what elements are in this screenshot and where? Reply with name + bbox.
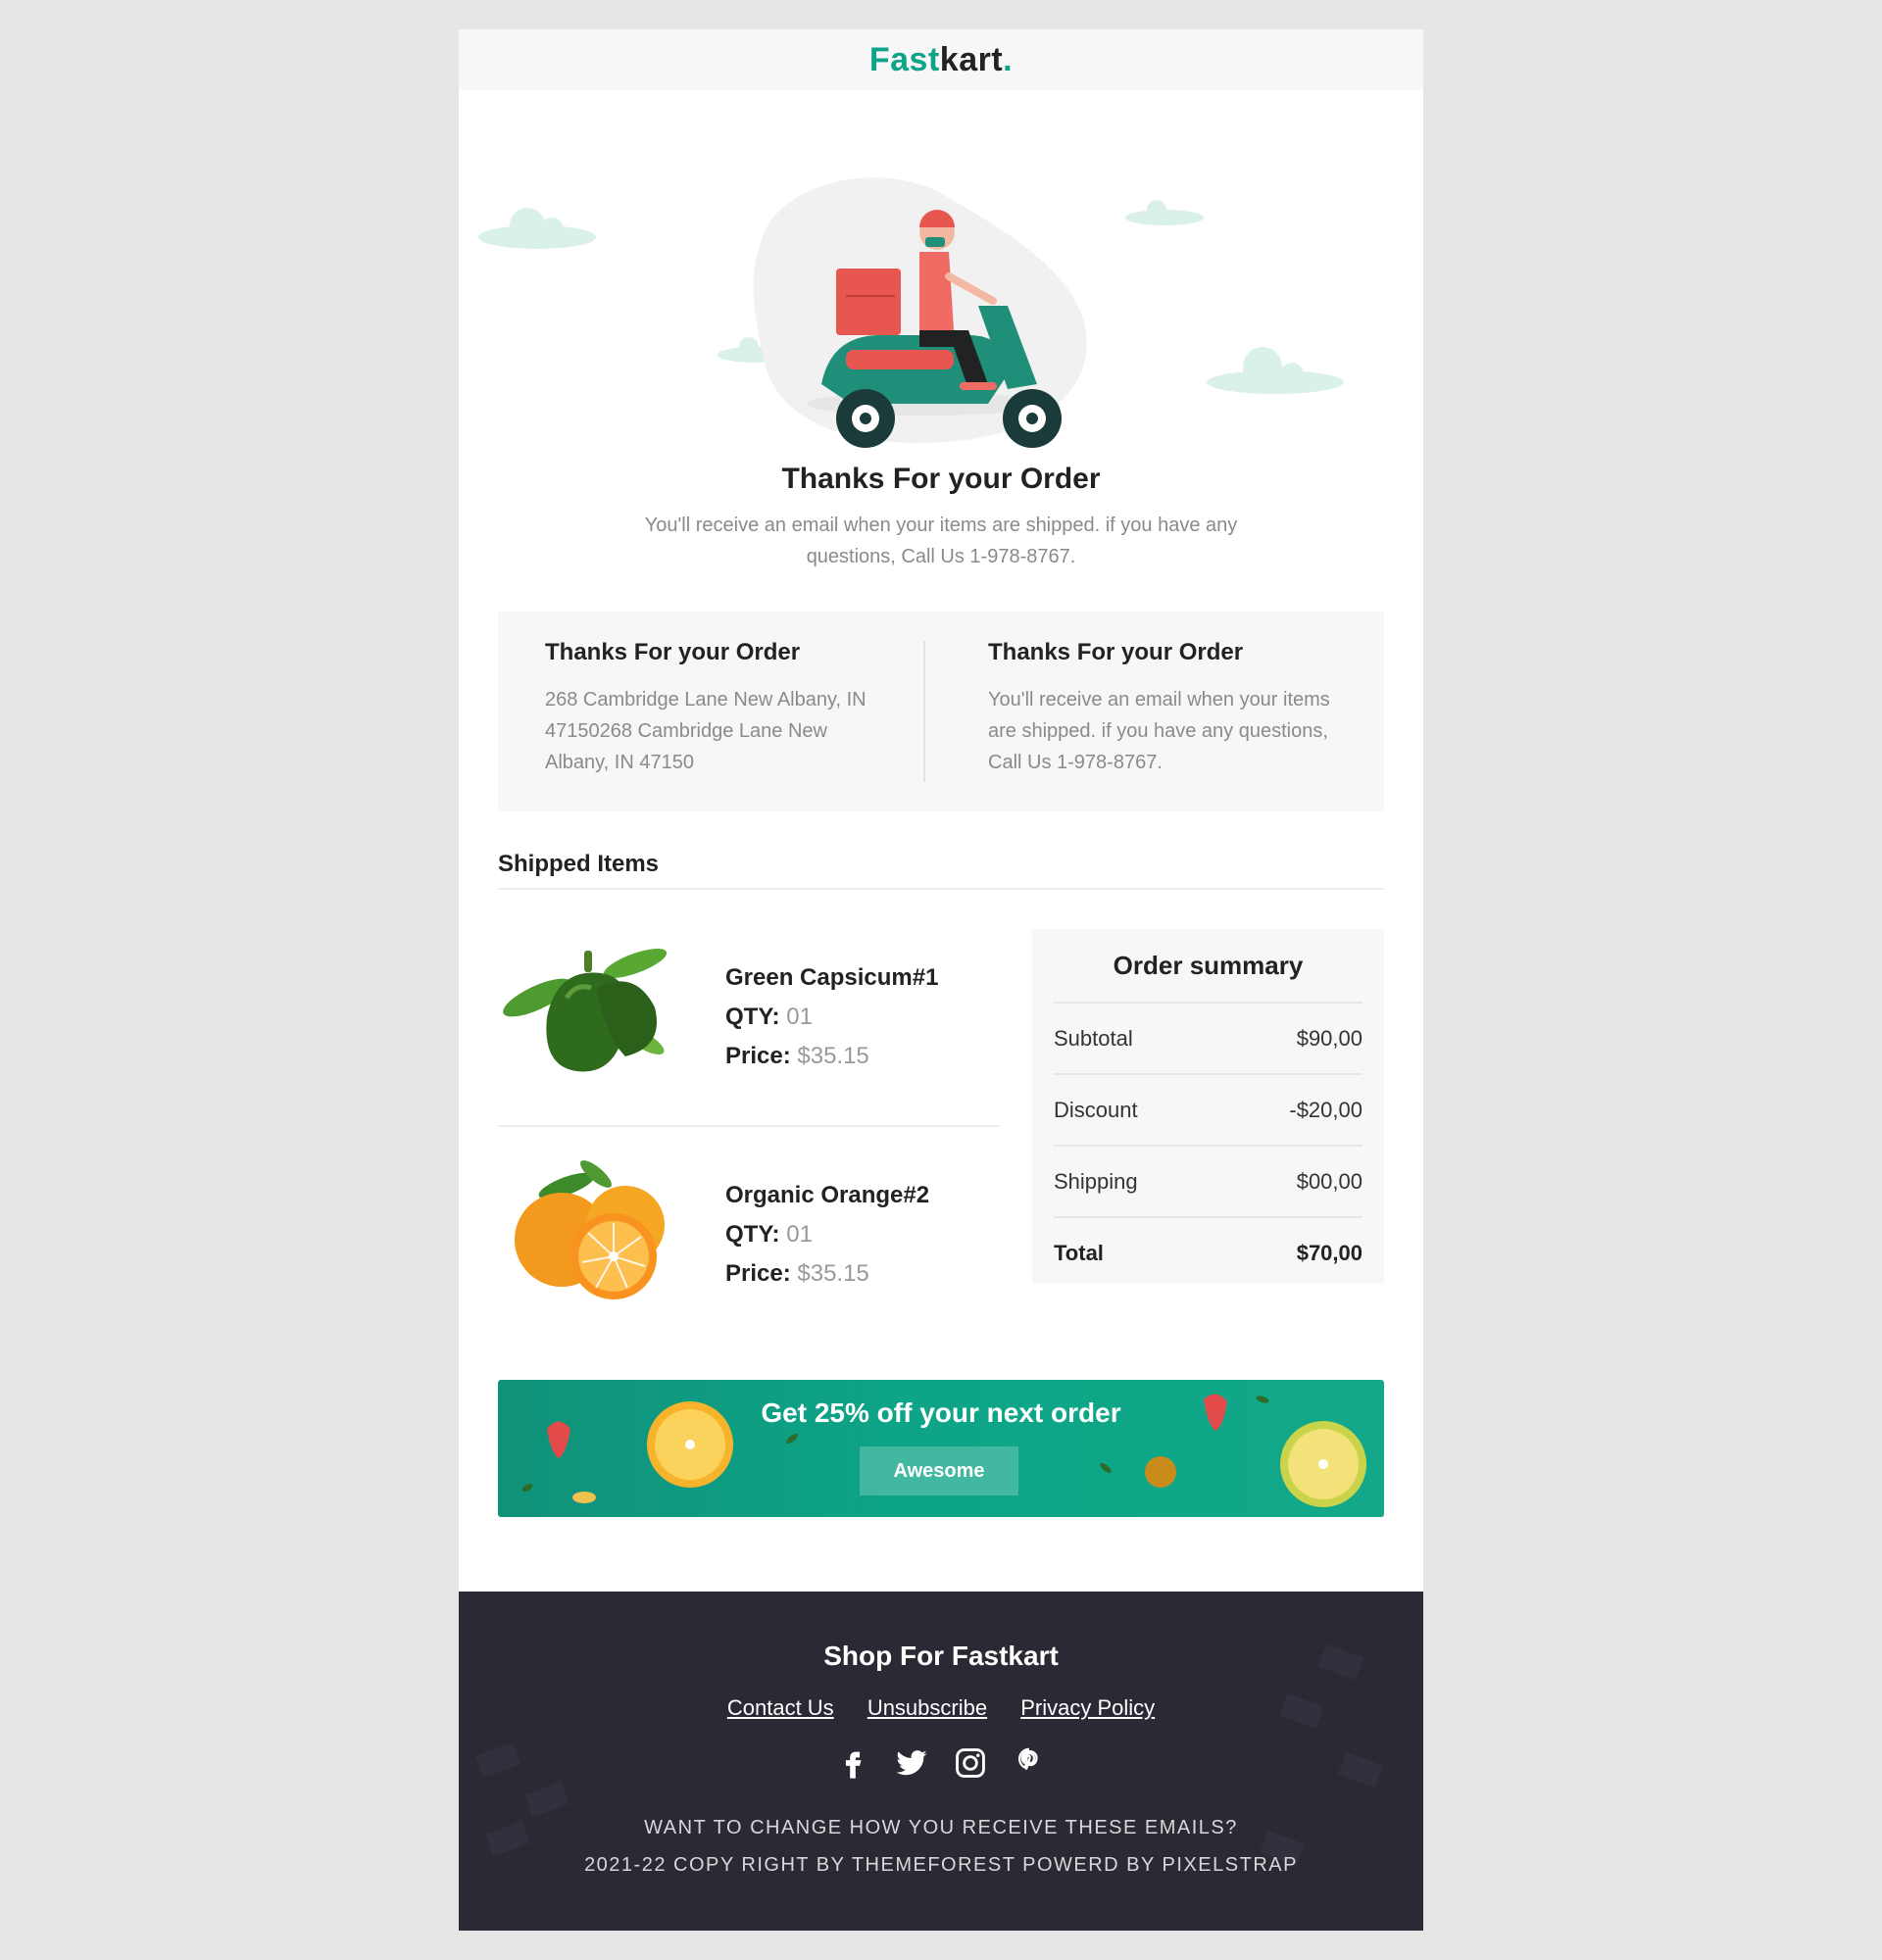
footer-links: Contact Us Unsubscribe Privacy Policy — [459, 1695, 1423, 1721]
qty-label: QTY: — [725, 1221, 780, 1248]
info-address-column: Thanks For your Order 268 Cambridge Lane… — [498, 612, 941, 811]
social-links — [459, 1746, 1423, 1780]
summary-value: $90,00 — [1296, 1025, 1362, 1051]
brand-logo[interactable]: Fastkart. — [869, 41, 1013, 79]
logo-part-kart: kart — [939, 40, 1004, 78]
thanks-section: Thanks For your Order You'll receive an … — [459, 463, 1423, 572]
email-header: Fastkart. — [459, 29, 1423, 90]
info-right-text: You'll receive an email when your items … — [988, 689, 1330, 773]
summary-value: -$20,00 — [1289, 1097, 1362, 1122]
shipped-items-heading: Shipped Items — [498, 851, 1384, 890]
summary-row-discount: Discount -$20,00 — [1054, 1075, 1362, 1147]
summary-value: $00,00 — [1296, 1168, 1362, 1194]
shipped-items-area: Green Capsicum#1 QTY: 01 Price: $35.15 O… — [459, 890, 1423, 1380]
facebook-icon[interactable] — [836, 1746, 869, 1780]
item-meta: Organic Orange#2 QTY: 01 Price: $35.15 — [725, 1176, 929, 1294]
price-value: $35.15 — [797, 1043, 869, 1069]
privacy-policy-link[interactable]: Privacy Policy — [1020, 1695, 1155, 1720]
green-capsicum-image — [503, 949, 668, 1072]
email-footer: Shop For Fastkart Contact Us Unsubscribe… — [459, 1592, 1423, 1931]
qty-value: 01 — [786, 1004, 813, 1030]
summary-label: Shipping — [1054, 1168, 1138, 1194]
qty-value: 01 — [786, 1221, 813, 1248]
promo-banner: Get 25% off your next order Awesome — [498, 1380, 1384, 1517]
thanks-message: You'll receive an email when your items … — [644, 514, 1238, 567]
pinterest-icon[interactable] — [1013, 1746, 1046, 1780]
footer-note: WANT TO CHANGE HOW YOU RECEIVE THESE EMA… — [459, 1809, 1423, 1884]
awesome-button[interactable]: Awesome — [860, 1446, 1018, 1495]
hero-illustration — [459, 90, 1423, 463]
organic-orange-image — [515, 1160, 665, 1299]
thanks-title: Thanks For your Order — [781, 463, 1101, 495]
order-summary: Order summary Subtotal $90,00 Discount -… — [1032, 929, 1384, 1284]
info-divider — [923, 641, 925, 782]
info-left-text: 268 Cambridge Lane New Albany, IN 471502… — [545, 689, 867, 773]
logo-part-fast: Fast — [868, 40, 940, 78]
email-container: Fastkart. Thanks For your Order You'll r… — [459, 29, 1423, 1931]
shipped-item: Organic Orange#2 QTY: 01 Price: $35.15 — [498, 1147, 1000, 1343]
info-left-title: Thanks For your Order — [545, 639, 801, 665]
footer-title: Shop For Fastkart — [823, 1641, 1059, 1671]
item-meta: Green Capsicum#1 QTY: 01 Price: $35.15 — [725, 958, 938, 1076]
summary-label: Discount — [1054, 1097, 1138, 1122]
summary-label: Total — [1054, 1240, 1104, 1265]
summary-row-subtotal: Subtotal $90,00 — [1054, 1004, 1362, 1075]
order-summary-title: Order summary — [1054, 929, 1362, 1004]
promo-title: Get 25% off your next order — [761, 1397, 1121, 1428]
item-name: Organic Orange#2 — [725, 1182, 930, 1208]
contact-us-link[interactable]: Contact Us — [727, 1695, 834, 1720]
lime-slice-icon — [1280, 1421, 1366, 1507]
unsubscribe-link[interactable]: Unsubscribe — [867, 1695, 987, 1720]
order-info-box: Thanks For your Order 268 Cambridge Lane… — [498, 612, 1384, 811]
summary-row-total: Total $70,00 — [1054, 1218, 1362, 1288]
instagram-icon[interactable] — [954, 1746, 987, 1780]
info-right-title: Thanks For your Order — [988, 639, 1244, 665]
summary-value: $70,00 — [1296, 1240, 1362, 1265]
delivery-scooter-illustration — [478, 177, 1344, 448]
item-name: Green Capsicum#1 — [725, 964, 939, 991]
info-message-column: Thanks For your Order You'll receive an … — [941, 612, 1384, 811]
summary-row-shipping: Shipping $00,00 — [1054, 1147, 1362, 1218]
price-label: Price: — [725, 1043, 791, 1069]
qty-label: QTY: — [725, 1004, 780, 1030]
copyright-text: 2021-22 COPY RIGHT BY THEMEFOREST POWERD… — [584, 1854, 1298, 1876]
price-value: $35.15 — [797, 1260, 869, 1287]
email-preferences-text: WANT TO CHANGE HOW YOU RECEIVE THESE EMA… — [644, 1817, 1238, 1838]
price-label: Price: — [725, 1260, 791, 1287]
summary-label: Subtotal — [1054, 1025, 1133, 1051]
twitter-icon[interactable] — [895, 1746, 928, 1780]
shipped-item: Green Capsicum#1 QTY: 01 Price: $35.15 — [498, 929, 1000, 1127]
logo-dot: . — [1003, 40, 1014, 78]
